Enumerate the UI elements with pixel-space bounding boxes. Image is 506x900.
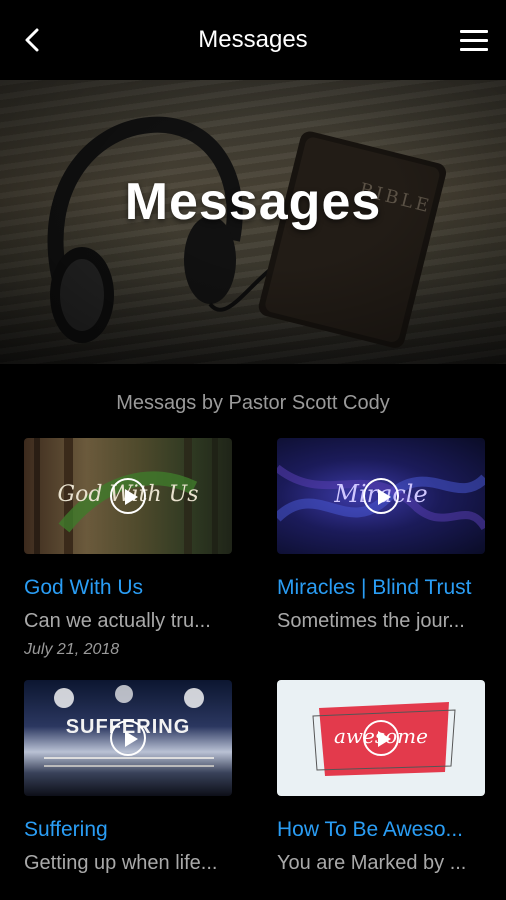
message-thumbnail[interactable]: awesome — [277, 680, 485, 796]
hamburger-menu-icon[interactable] — [456, 24, 492, 56]
message-card[interactable]: Miracle Miracles | Blind Trust Sometimes… — [277, 438, 485, 633]
message-description: Sometimes the jour... — [277, 610, 465, 632]
page-title: Messages — [198, 26, 308, 53]
play-icon[interactable] — [110, 478, 146, 514]
play-icon[interactable] — [363, 478, 399, 514]
hero-banner: BIBLE Messages — [0, 80, 506, 364]
message-card[interactable]: God With Us God With Us Can we actually … — [24, 438, 232, 659]
section-subtitle: Messags by Pastor Scott Cody — [116, 392, 390, 414]
message-date: July 21, 2018 — [24, 641, 120, 658]
message-description: Getting up when life... — [24, 852, 218, 874]
message-card[interactable]: awesome How To Be Aweso... You are Marke… — [277, 680, 485, 875]
back-arrow-icon[interactable] — [14, 22, 50, 58]
play-icon[interactable] — [110, 720, 146, 756]
app-header: Messages — [0, 0, 506, 80]
message-title[interactable]: How To Be Aweso... — [277, 818, 489, 842]
message-card[interactable]: SUFFERING Suffering Getting up when life… — [24, 680, 232, 875]
message-description: Can we actually tru... — [24, 610, 211, 632]
message-thumbnail[interactable]: God With Us — [24, 438, 232, 554]
play-icon[interactable] — [363, 720, 399, 756]
hero-title: Messages — [124, 173, 382, 231]
message-title[interactable]: Suffering — [24, 818, 236, 842]
message-title[interactable]: Miracles | Blind Trust — [277, 576, 489, 600]
message-title[interactable]: God With Us — [24, 576, 236, 600]
message-thumbnail[interactable]: Miracle — [277, 438, 485, 554]
message-thumbnail[interactable]: SUFFERING — [24, 680, 232, 796]
message-description: You are Marked by ... — [277, 852, 467, 874]
